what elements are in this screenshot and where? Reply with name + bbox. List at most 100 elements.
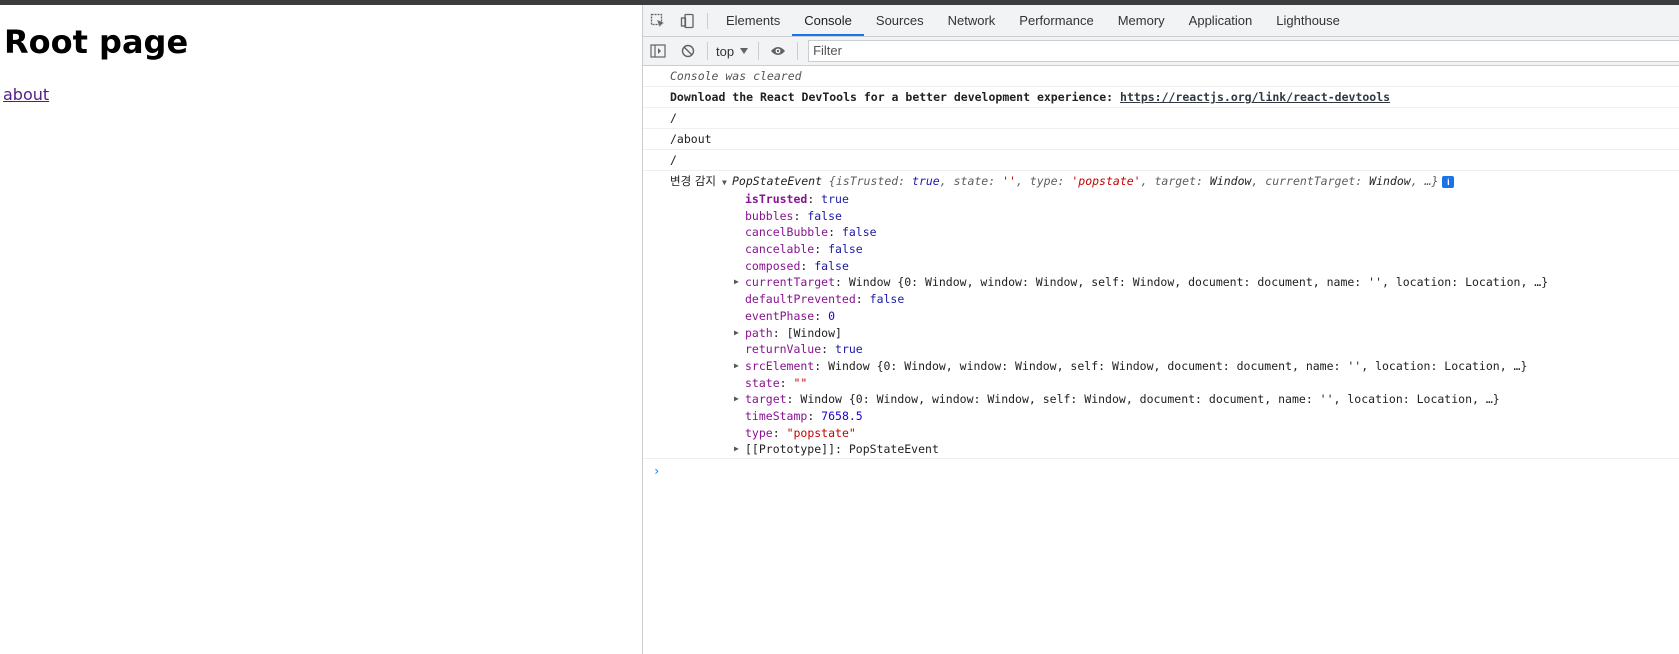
property-key: srcElement xyxy=(745,358,815,373)
expanded-triangle-icon[interactable]: ▼ xyxy=(722,173,732,193)
summary-key: type xyxy=(1029,174,1058,188)
property-key: composed xyxy=(745,258,801,273)
summary-key: currentTarget xyxy=(1265,174,1356,188)
event-property-row[interactable]: ▶ srcElement: Window {0: Window, window: … xyxy=(670,358,1679,375)
summary-key: target xyxy=(1154,174,1197,188)
event-property-row: type: "popstate" xyxy=(745,425,856,440)
devtools-panel: Elements Console Sources Network Perform… xyxy=(642,5,1679,654)
event-property-row: timeStamp: 7658.5 xyxy=(745,408,863,423)
console-log-line: / xyxy=(643,108,1679,129)
tab-elements[interactable]: Elements xyxy=(714,5,792,36)
summary-key: state xyxy=(953,174,989,188)
event-property-row[interactable]: ▶ target: Window {0: Window, window: Wind… xyxy=(670,391,1679,408)
tab-network[interactable]: Network xyxy=(936,5,1008,36)
popstate-event-log: 변경 감지 ▼ PopStateEvent {isTrusted: true, st… xyxy=(643,171,1679,459)
property-value: false xyxy=(841,225,877,240)
event-property-row: cancelBubble: false xyxy=(745,225,877,240)
context-selector[interactable]: top xyxy=(712,44,754,59)
context-label: top xyxy=(716,43,735,59)
devtools-tab-bar: Elements Console Sources Network Perform… xyxy=(643,5,1679,37)
summary-value: Window xyxy=(1369,174,1411,188)
property-key: timeStamp xyxy=(745,408,808,423)
summary-key: isTrusted xyxy=(835,174,899,188)
toolbar-separator xyxy=(797,42,799,60)
event-class-name: PopStateEvent xyxy=(731,174,822,188)
property-value: [Window] xyxy=(786,325,842,340)
tab-separator xyxy=(707,12,708,29)
property-key: returnValue xyxy=(745,342,822,357)
event-summary[interactable]: 변경 감지 ▼ PopStateEvent {isTrusted: true, st… xyxy=(670,171,1679,191)
event-property-row: isTrusted: true xyxy=(745,192,849,206)
expand-triangle-icon[interactable]: ▶ xyxy=(734,274,739,291)
device-toolbar-icon[interactable] xyxy=(673,5,703,36)
event-property-row: bubbles: false xyxy=(745,208,842,223)
event-property-row: state: "" xyxy=(745,375,808,390)
property-value: true xyxy=(821,192,849,206)
web-page: Root page about xyxy=(0,5,642,654)
expand-triangle-icon[interactable]: ▶ xyxy=(734,391,739,408)
react-devtools-message: Download the React DevTools for a better… xyxy=(643,87,1679,108)
tab-console[interactable]: Console xyxy=(792,5,864,36)
property-value: 0 xyxy=(828,308,836,323)
react-devtools-link[interactable]: https://reactjs.org/link/react-devtools xyxy=(1120,90,1390,104)
property-key: cancelBubble xyxy=(745,225,829,240)
dropdown-arrow-icon xyxy=(740,48,749,54)
expand-triangle-icon[interactable]: ▶ xyxy=(734,358,739,375)
prompt-chevron-icon: › xyxy=(653,464,661,478)
console-cleared-message: Console was cleared xyxy=(643,66,1679,87)
event-property-row[interactable]: ▶ [[Prototype]]: PopStateEvent xyxy=(670,441,1679,458)
event-property-row: cancelable: false xyxy=(745,242,863,257)
property-value: false xyxy=(807,208,842,223)
console-output: Console was cleared Download the React D… xyxy=(643,66,1679,483)
summary-open-brace: { xyxy=(822,174,836,188)
property-value: false xyxy=(814,258,849,273)
page-title: Root page xyxy=(4,23,189,61)
property-value: false xyxy=(828,242,863,257)
console-log-line: /about xyxy=(643,129,1679,150)
react-message-text: Download the React DevTools for a better… xyxy=(670,90,1121,104)
event-property-row: composed: false xyxy=(745,258,849,273)
property-key: type xyxy=(745,425,773,440)
tab-performance[interactable]: Performance xyxy=(1007,5,1105,36)
property-key: path xyxy=(745,325,773,340)
property-value: Window {0: Window, window: Window, self:… xyxy=(848,275,1549,290)
expand-triangle-icon[interactable]: ▶ xyxy=(734,325,739,342)
property-value: "popstate" xyxy=(786,425,856,440)
sidebar-toggle-icon[interactable] xyxy=(643,37,673,65)
property-key: target xyxy=(745,392,787,407)
property-key: defaultPrevented xyxy=(745,292,856,307)
expand-triangle-icon[interactable]: ▶ xyxy=(734,441,739,458)
event-property-row: returnValue: true xyxy=(745,342,863,357)
property-key: isTrusted xyxy=(745,192,808,206)
summary-value: true xyxy=(912,174,940,188)
about-link[interactable]: about xyxy=(3,85,49,104)
property-key: currentTarget xyxy=(745,275,836,290)
property-value: false xyxy=(869,292,905,307)
tab-lighthouse[interactable]: Lighthouse xyxy=(1264,5,1352,36)
property-key: [[Prototype]] xyxy=(745,442,836,457)
event-property-row[interactable]: ▶ currentTarget: Window {0: Window, windo… xyxy=(670,274,1679,291)
tab-application[interactable]: Application xyxy=(1177,5,1265,36)
info-icon[interactable]: i xyxy=(1442,175,1455,188)
property-value: Window {0: Window, window: Window, self:… xyxy=(828,358,1528,373)
summary-value: 'popstate' xyxy=(1071,174,1141,188)
console-toolbar: top Filter xyxy=(643,37,1679,66)
event-properties: isTrusted: true bubbles: false cancelBubbl… xyxy=(670,191,1679,458)
event-property-row[interactable]: ▶ path: [Window] xyxy=(670,325,1679,342)
toolbar-separator xyxy=(758,42,760,60)
eye-icon[interactable] xyxy=(763,37,793,65)
event-property-row: defaultPrevented: false xyxy=(745,292,905,307)
summary-value: Window xyxy=(1209,174,1252,188)
filter-input[interactable]: Filter xyxy=(808,40,1679,62)
property-value: 7658.5 xyxy=(821,408,863,423)
clear-console-icon[interactable] xyxy=(673,37,703,65)
inspect-element-icon[interactable] xyxy=(643,5,673,36)
property-value: "" xyxy=(793,375,808,390)
summary-close-brace: …} xyxy=(1424,174,1439,188)
console-prompt[interactable]: › xyxy=(643,459,1679,483)
event-property-row: eventPhase: 0 xyxy=(745,308,836,323)
property-key: eventPhase xyxy=(745,308,815,323)
tab-sources[interactable]: Sources xyxy=(864,5,936,36)
tab-memory[interactable]: Memory xyxy=(1106,5,1177,36)
property-key: state xyxy=(745,375,780,390)
